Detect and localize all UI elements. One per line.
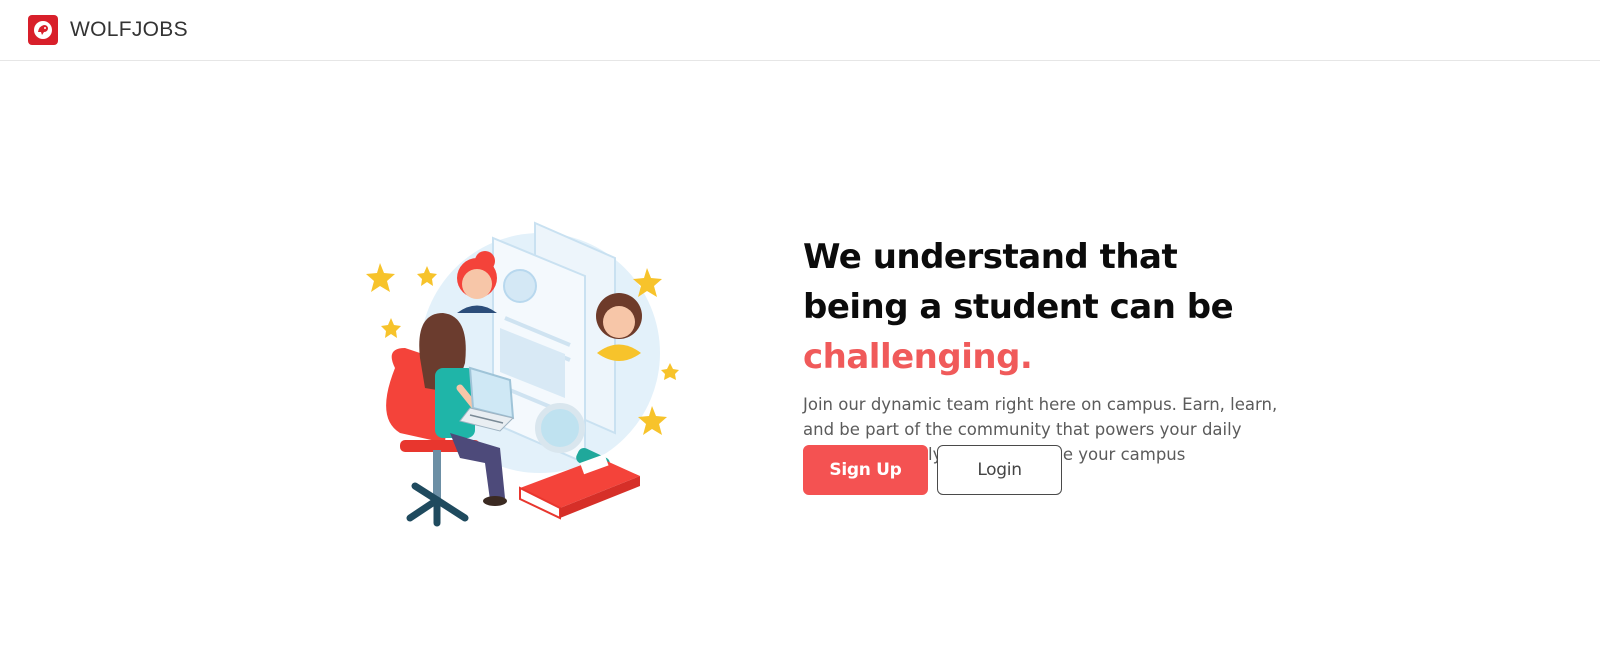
headline-accent: challenging. — [803, 337, 1033, 377]
navbar: WOLFJOBS — [0, 0, 1600, 61]
avatar-icon — [596, 293, 642, 361]
student-job-search-illustration — [365, 218, 705, 548]
headline-text: We understand that being a student can b… — [803, 237, 1234, 327]
signup-button[interactable]: Sign Up — [803, 445, 928, 495]
wolf-logo-icon — [28, 15, 58, 45]
hero-headline: We understand that being a student can b… — [803, 232, 1293, 382]
brand-home-link[interactable]: WOLFJOBS — [28, 15, 188, 45]
brand-name: WOLFJOBS — [70, 18, 188, 41]
login-button[interactable]: Login — [937, 445, 1062, 495]
hero-actions: Sign Up Login — [803, 445, 1062, 495]
